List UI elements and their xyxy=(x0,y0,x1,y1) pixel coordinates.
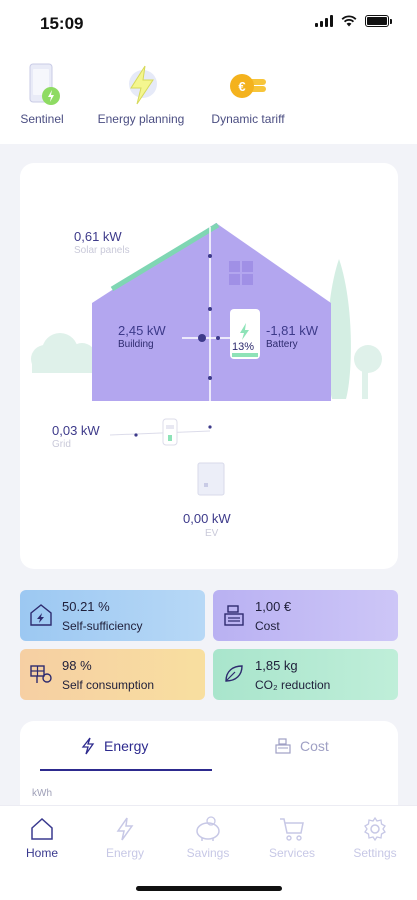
solar-house-icon xyxy=(30,604,52,626)
tile-label: Self consumption xyxy=(62,678,155,692)
tile-value: 1,00 € xyxy=(255,599,292,614)
grid-value: 0,03 kW xyxy=(52,423,100,438)
quick-action-label: Sentinel xyxy=(20,112,64,126)
quick-action-energy-planning[interactable]: Energy planning xyxy=(92,60,190,126)
tile-label: CO₂ reduction xyxy=(255,678,331,692)
quick-action-label: Dynamic tariff xyxy=(211,112,285,126)
solar-value: 0,61 kW xyxy=(74,229,122,244)
tile-label: Self-sufficiency xyxy=(62,619,143,633)
gear-icon xyxy=(364,816,386,842)
building-value: 2,45 kW xyxy=(118,323,166,338)
tile-cost[interactable]: 1,00 € Cost xyxy=(213,590,398,641)
lightning-icon xyxy=(129,65,157,105)
tab-energy[interactable]: Energy xyxy=(80,737,148,755)
nav-label: Home xyxy=(25,846,58,860)
tile-co2-reduction[interactable]: 1,85 kg CO₂ reduction xyxy=(213,649,398,700)
nav-label: Services xyxy=(268,846,315,860)
quick-action-label: Energy planning xyxy=(97,112,185,126)
wifi-icon xyxy=(341,15,357,27)
nav-settings[interactable]: Settings xyxy=(340,816,410,860)
energy-flow-card: 0,61 kW Solar panels 2,45 kW Building -1… xyxy=(20,163,398,569)
lightning-icon xyxy=(116,817,134,841)
nav-home[interactable]: Home xyxy=(7,816,77,860)
status-bar: 15:09 xyxy=(0,0,417,48)
quick-action-sentinel[interactable]: Sentinel xyxy=(14,60,70,126)
solar-label: Solar panels xyxy=(74,245,130,256)
tile-value: 98 % xyxy=(62,658,92,673)
cash-register-icon xyxy=(275,738,291,754)
cash-register-icon xyxy=(224,605,244,626)
status-icons xyxy=(315,15,392,27)
tab-label: Cost xyxy=(300,738,329,754)
grid-label: Grid xyxy=(52,439,71,450)
nav-savings[interactable]: Savings xyxy=(173,816,243,860)
cart-icon xyxy=(280,818,304,841)
signal-icon xyxy=(315,15,333,27)
nav-services[interactable]: Services xyxy=(257,816,327,860)
tile-label: Cost xyxy=(255,619,280,633)
building-label: Building xyxy=(118,339,154,350)
svg-text:€: € xyxy=(238,79,245,94)
chart-card: Energy Cost kWh xyxy=(20,721,398,811)
ev-label: EV xyxy=(205,528,219,539)
tile-self-sufficiency[interactable]: 50.21 % Self-sufficiency xyxy=(20,590,205,641)
piggy-bank-icon xyxy=(196,816,220,841)
energy-flow-diagram xyxy=(31,222,382,496)
lightning-icon xyxy=(81,737,95,755)
chart-unit-label: kWh xyxy=(32,788,52,799)
solar-panel-icon xyxy=(30,665,52,683)
nav-energy[interactable]: Energy xyxy=(90,816,160,860)
nav-label: Savings xyxy=(186,846,230,860)
tile-self-consumption[interactable]: 98 % Self consumption xyxy=(20,649,205,700)
battery-charge: 13% xyxy=(232,341,255,353)
quick-action-dynamic-tariff[interactable]: € Dynamic tariff xyxy=(205,60,291,126)
leaf-icon xyxy=(225,665,243,682)
status-time: 15:09 xyxy=(40,14,84,33)
quick-actions-bar: Sentinel Energy planning € Dynamic tarif… xyxy=(0,48,417,144)
ev-value: 0,00 kW xyxy=(183,511,231,526)
home-indicator xyxy=(136,886,282,891)
phone-charging-icon xyxy=(29,63,60,105)
nav-label: Energy xyxy=(105,846,145,860)
tile-value: 1,85 kg xyxy=(255,658,298,673)
nav-label: Settings xyxy=(353,846,397,860)
tab-cost[interactable]: Cost xyxy=(274,737,329,755)
battery-value: -1,81 kW xyxy=(266,323,319,338)
active-tab-indicator xyxy=(40,769,212,771)
euro-coin-icon: € xyxy=(230,74,266,98)
tab-label: Energy xyxy=(104,738,149,754)
battery-label: Battery xyxy=(266,339,298,350)
battery-icon xyxy=(365,15,392,27)
home-icon xyxy=(31,817,53,840)
tile-value: 50.21 % xyxy=(62,599,110,614)
